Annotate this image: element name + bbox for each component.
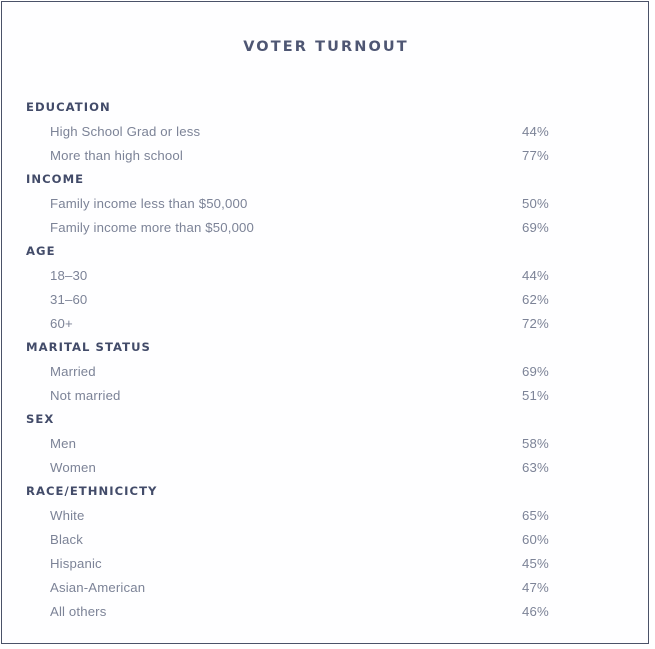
- table-row: Married 69%: [26, 360, 578, 384]
- table-section: INCOME Family income less than $50,000 50%…: [26, 168, 578, 240]
- row-label: 60+: [50, 316, 73, 331]
- table-row: Hispanic 45%: [26, 552, 578, 576]
- table-row: More than high school 77%: [26, 144, 578, 168]
- row-label: Married: [50, 364, 96, 379]
- row-value: 65%: [522, 508, 549, 523]
- table-row: Women 63%: [26, 456, 578, 480]
- section-header: AGE: [26, 244, 56, 258]
- content-frame: VOTER TURNOUT EDUCATION High School Grad …: [1, 1, 649, 644]
- row-value: 72%: [522, 316, 549, 331]
- section-header: RACE/ETHNICICTY: [26, 484, 158, 498]
- table-section: SEX Men 58% Women 63%: [26, 408, 578, 480]
- table-section: MARITAL STATUS Married 69% Not married 51%: [26, 336, 578, 408]
- row-label: 31–60: [50, 292, 88, 307]
- row-label: Women: [50, 460, 96, 475]
- row-label: White: [50, 508, 85, 523]
- table-section: AGE 18–30 44% 31–60 62% 60+ 72%: [26, 240, 578, 336]
- row-value: 46%: [522, 604, 549, 619]
- section-header: MARITAL STATUS: [26, 340, 151, 354]
- row-label: High School Grad or less: [50, 124, 201, 139]
- table-section: RACE/ETHNICICTY White 65% Black 60% Hispanic 4…: [26, 480, 578, 624]
- table-row: 18–30 44%: [26, 264, 578, 288]
- row-value: 47%: [522, 580, 549, 595]
- row-value: 69%: [522, 364, 549, 379]
- table-section: EDUCATION High School Grad or less 44% More…: [26, 96, 578, 168]
- row-value: 69%: [522, 220, 549, 235]
- voter-turnout-table: EDUCATION High School Grad or less 44% More…: [26, 96, 578, 624]
- row-value: 44%: [522, 124, 549, 139]
- section-header: SEX: [26, 412, 55, 426]
- page-title: VOTER TURNOUT: [243, 39, 409, 55]
- row-label: Not married: [50, 388, 121, 403]
- row-label: Black: [50, 532, 83, 547]
- row-label: 18–30: [50, 268, 88, 283]
- row-label: Men: [50, 436, 77, 451]
- row-value: 45%: [522, 556, 549, 571]
- row-value: 77%: [522, 148, 549, 163]
- table-row: Family income less than $50,000 50%: [26, 192, 578, 216]
- table-row: Men 58%: [26, 432, 578, 456]
- row-label: All others: [50, 604, 107, 619]
- table-row: Family income more than $50,000 69%: [26, 216, 578, 240]
- table-row: All others 46%: [26, 600, 578, 624]
- row-label: Family income more than $50,000: [50, 220, 255, 235]
- row-label: Hispanic: [50, 556, 102, 571]
- row-value: 50%: [522, 196, 549, 211]
- section-header: INCOME: [26, 172, 85, 186]
- table-row: 60+ 72%: [26, 312, 578, 336]
- table-row: White 65%: [26, 504, 578, 528]
- row-value: 62%: [522, 292, 549, 307]
- table-row: Asian-American 47%: [26, 576, 578, 600]
- table-row: Not married 51%: [26, 384, 578, 408]
- table-row: High School Grad or less 44%: [26, 120, 578, 144]
- table-row: 31–60 62%: [26, 288, 578, 312]
- row-label: More than high school: [50, 148, 183, 163]
- row-value: 44%: [522, 268, 549, 283]
- row-label: Family income less than $50,000: [50, 196, 248, 211]
- row-value: 60%: [522, 532, 549, 547]
- table-row: Black 60%: [26, 528, 578, 552]
- row-value: 51%: [522, 388, 549, 403]
- row-label: Asian-American: [50, 580, 146, 595]
- row-value: 63%: [522, 460, 549, 475]
- row-value: 58%: [522, 436, 549, 451]
- section-header: EDUCATION: [26, 100, 111, 114]
